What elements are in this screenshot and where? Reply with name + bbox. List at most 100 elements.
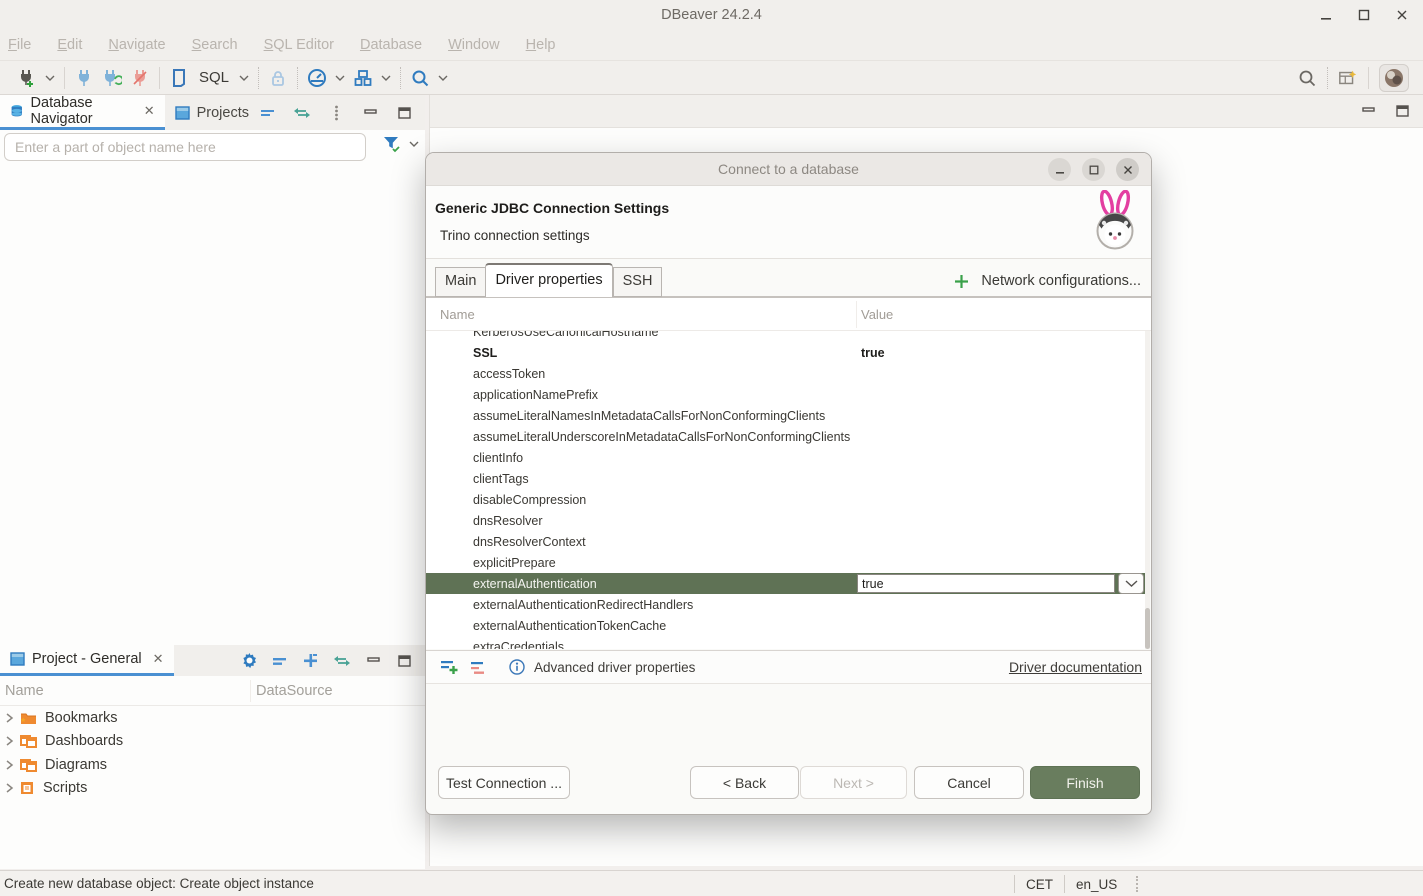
collapse-all-icon[interactable] — [271, 653, 289, 669]
property-row-clientTags[interactable]: clientTags — [426, 468, 1146, 489]
status-timezone[interactable]: CET — [1014, 875, 1064, 893]
property-row-assumeLiteralNamesInMetadataCallsForNonConformingClients[interactable]: assumeLiteralNamesInMetadataCallsForNonC… — [426, 405, 1146, 426]
tree-item-bookmarks[interactable]: Bookmarks — [0, 706, 425, 730]
test-connection-button[interactable]: Test Connection ... — [438, 766, 570, 799]
property-row-externalAuthenticationTokenCache[interactable]: externalAuthenticationTokenCache — [426, 615, 1146, 636]
menu-sql-editor[interactable]: SQL Editor — [264, 37, 334, 53]
menu-window[interactable]: Window — [448, 37, 500, 53]
maximize-panel-icon[interactable] — [395, 105, 413, 121]
property-row-dnsResolverContext[interactable]: dnsResolverContext — [426, 531, 1146, 552]
dialog-maximize-button[interactable] — [1082, 158, 1105, 181]
menu-edit[interactable]: Edit — [57, 37, 82, 53]
dialog-minimize-button[interactable] — [1048, 158, 1071, 181]
expand-all-icon[interactable] — [302, 653, 320, 669]
menu-help[interactable]: Help — [526, 37, 556, 53]
quick-search-icon[interactable] — [1297, 68, 1317, 88]
perspective-icon[interactable] — [1338, 68, 1358, 88]
minimize-panel-icon[interactable] — [361, 105, 379, 121]
settings-gear-icon[interactable] — [240, 653, 258, 669]
menu-file[interactable]: File — [8, 37, 31, 53]
lock-icon[interactable] — [268, 68, 288, 88]
properties-table[interactable]: KerberosUseCanonicalHostnameSSLtrueacces… — [426, 331, 1146, 649]
property-row-assumeLiteralUnderscoreInMetadataCallsForNonConformingClients[interactable]: assumeLiteralUnderscoreInMetadataCallsFo… — [426, 426, 1146, 447]
tab-close-icon[interactable]: ✕ — [144, 103, 155, 119]
new-connection-icon[interactable] — [17, 68, 37, 88]
tree-item-diagrams[interactable]: Diagrams — [0, 753, 425, 777]
property-row-explicitPrepare[interactable]: explicitPrepare — [426, 552, 1146, 573]
filter-dropdown-icon[interactable] — [409, 141, 419, 147]
minimize-panel-icon[interactable] — [1359, 103, 1377, 119]
sql-editor-label[interactable]: SQL — [199, 69, 229, 86]
disconnect-icon[interactable] — [130, 68, 150, 88]
property-row-SSL[interactable]: SSLtrue — [426, 342, 1146, 363]
cancel-button[interactable]: Cancel — [914, 766, 1024, 799]
property-row-extraCredentials[interactable]: extraCredentials — [426, 636, 1146, 649]
connect-icon[interactable] — [74, 68, 94, 88]
view-menu-icon[interactable] — [327, 105, 345, 121]
property-name: externalAuthenticationRedirectHandlers — [473, 598, 693, 612]
tab-database-navigator[interactable]: Database Navigator ✕ — [0, 95, 165, 130]
maximize-panel-icon[interactable] — [395, 653, 413, 669]
driver-manager-icon[interactable] — [353, 68, 373, 88]
property-row-accessToken[interactable]: accessToken — [426, 363, 1146, 384]
status-grip[interactable] — [1136, 876, 1142, 892]
menu-database[interactable]: Database — [360, 37, 422, 53]
property-row-externalAuthentication[interactable]: externalAuthentication — [426, 573, 1146, 594]
property-row-applicationNamePrefix[interactable]: applicationNamePrefix — [426, 384, 1146, 405]
plus-icon — [954, 274, 969, 289]
filter-icon[interactable] — [383, 136, 401, 152]
dialog-tab-main[interactable]: Main — [435, 267, 485, 297]
link-with-editor-icon[interactable] — [293, 105, 311, 121]
search-dropdown-icon[interactable] — [438, 75, 448, 81]
tree-item-scripts[interactable]: Scripts — [0, 777, 425, 801]
column-datasource: DataSource — [256, 683, 333, 699]
window-maximize-button[interactable] — [1353, 4, 1375, 26]
link-with-editor-icon[interactable] — [333, 653, 351, 669]
property-row-clientInfo[interactable]: clientInfo — [426, 447, 1146, 468]
menu-navigate[interactable]: Navigate — [108, 37, 165, 53]
tree-item-dashboards[interactable]: Dashboards — [0, 730, 425, 754]
finish-button[interactable]: Finish — [1030, 766, 1140, 799]
tab-projects[interactable]: Projects — [165, 95, 259, 130]
add-property-icon[interactable] — [440, 659, 458, 675]
properties-scrollbar[interactable] — [1145, 331, 1150, 649]
expand-chevron-icon[interactable] — [5, 759, 14, 771]
expand-chevron-icon[interactable] — [5, 735, 14, 747]
status-locale[interactable]: en_US — [1064, 875, 1128, 893]
window-minimize-button[interactable] — [1315, 4, 1337, 26]
dialog-tab-driver-properties[interactable]: Driver properties — [485, 263, 612, 298]
new-sql-editor-icon[interactable] — [169, 68, 189, 88]
driver-documentation-link[interactable]: Driver documentation — [1009, 659, 1142, 675]
menu-search[interactable]: Search — [192, 37, 238, 53]
property-row-externalAuthenticationRedirectHandlers[interactable]: externalAuthenticationRedirectHandlers — [426, 594, 1146, 615]
search-icon[interactable] — [410, 68, 430, 88]
back-button[interactable]: < Back — [690, 766, 799, 799]
scrollbar-thumb[interactable] — [1145, 608, 1150, 649]
minimize-panel-icon[interactable] — [364, 653, 382, 669]
dashboard-dropdown-icon[interactable] — [335, 75, 345, 81]
reconnect-icon[interactable] — [102, 68, 122, 88]
tab-project-general[interactable]: Project - General ✕ — [0, 645, 174, 676]
property-row-disableCompression[interactable]: disableCompression — [426, 489, 1146, 510]
expand-chevron-icon[interactable] — [5, 712, 14, 724]
tab-close-icon[interactable]: ✕ — [153, 651, 164, 667]
new-connection-dropdown-icon[interactable] — [45, 75, 55, 81]
dialog-close-button[interactable] — [1116, 158, 1139, 181]
dashboard-icon[interactable] — [307, 68, 327, 88]
property-value-dropdown-button[interactable] — [1118, 573, 1144, 594]
property-row-dnsResolver[interactable]: dnsResolver — [426, 510, 1146, 531]
remove-property-icon[interactable] — [470, 659, 488, 675]
network-configurations-button[interactable]: Network configurations... — [954, 273, 1141, 289]
property-row-KerberosUseCanonicalHostname[interactable]: KerberosUseCanonicalHostname — [426, 331, 1146, 342]
maximize-panel-icon[interactable] — [1393, 103, 1411, 119]
dialog-tab-ssh[interactable]: SSH — [613, 267, 663, 297]
dialog-titlebar[interactable]: Connect to a database — [426, 153, 1151, 186]
sql-editor-dropdown-icon[interactable] — [239, 75, 249, 81]
user-avatar-button[interactable] — [1379, 64, 1409, 92]
window-close-button[interactable] — [1391, 4, 1413, 26]
collapse-all-icon[interactable] — [259, 105, 277, 121]
object-filter-input[interactable] — [4, 133, 366, 161]
property-value-input[interactable] — [857, 574, 1115, 593]
driver-manager-dropdown-icon[interactable] — [381, 75, 391, 81]
expand-chevron-icon[interactable] — [5, 782, 14, 794]
